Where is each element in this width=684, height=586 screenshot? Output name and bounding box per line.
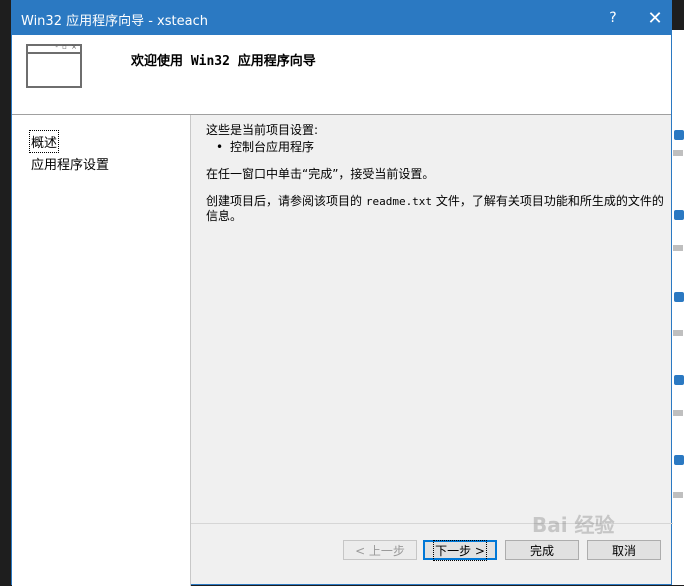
background-accent [674, 375, 684, 385]
help-button[interactable]: ? [600, 5, 626, 31]
background-accent [674, 292, 684, 302]
nav-item-overview[interactable]: 概述 [28, 130, 60, 153]
wizard-nav: 概述 应用程序设置 [12, 115, 191, 586]
footer-divider [191, 523, 673, 524]
background-accent [674, 455, 684, 465]
wizard-header: - ▫ × 欢迎使用 Win32 应用程序向导 [12, 35, 671, 115]
finish-button-label: 完成 [529, 543, 554, 558]
next-button[interactable]: 下一步 > [423, 539, 497, 561]
close-button[interactable]: ✕ [642, 5, 668, 31]
wizard-content: 这些是当前项目设置: • 控制台应用程序 在任一窗口中单击“完成”，接受当前设置。… [206, 123, 666, 223]
background-ide-strip [672, 30, 684, 585]
setting-bullet-text: 控制台应用程序 [230, 140, 315, 154]
cancel-button-label: 取消 [611, 543, 636, 558]
finish-button[interactable]: 完成 [505, 540, 579, 560]
background-accent [674, 130, 684, 140]
window-icon-controls: - ▫ × [55, 43, 78, 51]
readme-filename: readme.txt [365, 195, 433, 208]
readme-instruction: 创建项目后，请参阅该项目的 readme.txt 文件，了解有关项目功能和所生成… [206, 194, 666, 223]
background-text-fragment [673, 492, 683, 498]
header-title: 欢迎使用 Win32 应用程序向导 [131, 54, 316, 69]
cancel-button[interactable]: 取消 [587, 540, 661, 560]
background-text-fragment [673, 245, 683, 251]
wizard-window-icon: - ▫ × [26, 43, 82, 88]
title-bar[interactable]: Win32 应用程序向导 - xsteach ? ✕ [12, 1, 671, 35]
bullet-icon: • [216, 140, 224, 154]
back-button[interactable]: < 上一步 [343, 540, 417, 560]
settings-intro: 这些是当前项目设置: [206, 123, 319, 137]
wizard-dialog: Win32 应用程序向导 - xsteach ? ✕ - ▫ × 欢迎使用 Wi… [11, 0, 673, 586]
nav-item-app-settings[interactable]: 应用程序设置 [31, 154, 109, 173]
back-button-label: < 上一步 [355, 543, 405, 558]
background-text-fragment [673, 410, 683, 416]
finish-instruction: 在任一窗口中单击“完成”，接受当前设置。 [206, 167, 435, 181]
background-text-fragment [673, 330, 683, 336]
next-button-label: 下一步 > [433, 539, 487, 561]
window-title: Win32 应用程序向导 - xsteach [21, 14, 208, 29]
setting-bullet: • 控制台应用程序 [216, 140, 666, 154]
background-text-fragment [673, 150, 683, 156]
background-accent [674, 210, 684, 220]
readme-instruction-part1: 创建项目后，请参阅该项目的 [206, 194, 366, 208]
